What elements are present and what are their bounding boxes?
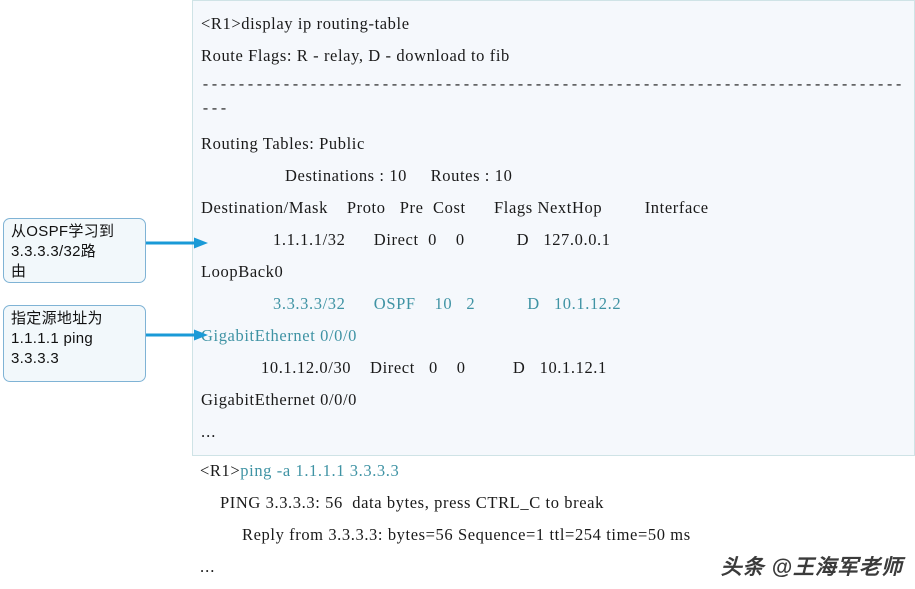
annotation-callout-ping-source-address: 指定源地址为 1.1.1.1 ping 3.3.3.3	[3, 305, 146, 382]
console-text: Destination/Mask Proto Pre Cost Flags Ne…	[201, 198, 709, 217]
console-prompt: <R1>	[200, 461, 241, 480]
console-text: <R1>display ip routing-table	[201, 14, 410, 33]
console-text: 3.3.3.3/32 OSPF 10 2 D 10.1.12.2	[273, 294, 622, 313]
console-line-routing-tables-public: Routing Tables: Public	[201, 135, 365, 153]
terminal-transcript: <R1>display ip routing-table Route Flags…	[192, 0, 915, 589]
console-command-text: ping -a 1.1.1.1 3.3.3.3	[240, 461, 400, 480]
console-text: Destinations : 10 Routes : 10	[285, 166, 513, 185]
console-text: ...	[200, 557, 216, 576]
console-line-ping-banner: PING 3.3.3.3: 56 data bytes, press CTRL_…	[220, 494, 604, 512]
console-line-routing-ellipsis: ...	[201, 423, 216, 441]
console-text: 1.1.1.1/32 Direct 0 0 D 127.0.0.1	[273, 230, 611, 249]
console-text: Routing Tables: Public	[201, 134, 365, 153]
console-text: GigabitEthernet 0/0/0	[201, 390, 358, 409]
console-line-ping-reply: Reply from 3.3.3.3: bytes=56 Sequence=1 …	[242, 526, 691, 544]
console-text: Reply from 3.3.3.3: bytes=56 Sequence=1 …	[242, 525, 691, 544]
console-text: ---	[201, 101, 229, 118]
console-text: LoopBack0	[201, 262, 284, 281]
console-line-route-loopback-interface: LoopBack0	[201, 263, 283, 281]
routing-table-output-box: <R1>display ip routing-table Route Flags…	[192, 0, 915, 456]
console-line-destination-route-counts: Destinations : 10 Routes : 10	[285, 167, 512, 185]
console-text: Route Flags: R - relay, D - download to …	[201, 46, 510, 65]
arrow-right-icon-ospf	[146, 237, 208, 249]
console-line-column-headers: Destination/Mask Proto Pre Cost Flags Ne…	[201, 199, 709, 217]
console-text: ...	[201, 422, 217, 441]
console-line-route-ospf: 3.3.3.3/32 OSPF 10 2 D 10.1.12.2	[273, 295, 621, 313]
console-line-separator-rule: ----------------------------------------…	[201, 77, 903, 95]
console-line-command-display-route: <R1>display ip routing-table	[201, 15, 410, 33]
console-line-route-connected: 10.1.12.0/30 Direct 0 0 D 10.1.12.1	[261, 359, 607, 377]
console-line-separator-rule-wrap: ---	[201, 101, 228, 119]
arrow-right-icon-ping	[146, 329, 208, 341]
console-text: 10.1.12.0/30 Direct 0 0 D 10.1.12.1	[261, 358, 607, 377]
console-line-route-ospf-interface: GigabitEthernet 0/0/0	[201, 327, 357, 345]
watermark-text: 头条 @王海军老师	[720, 556, 903, 579]
console-line-route-flags: Route Flags: R - relay, D - download to …	[201, 47, 510, 65]
console-text: GigabitEthernet 0/0/0	[201, 326, 358, 345]
console-line-command-ping: <R1>ping -a 1.1.1.1 3.3.3.3	[200, 462, 399, 480]
console-line-route-connected-interface: GigabitEthernet 0/0/0	[201, 391, 357, 409]
annotation-callout-ospf-route: 从OSPF学习到 3.3.3.3/32路 由	[3, 218, 146, 283]
console-text: PING 3.3.3.3: 56 data bytes, press CTRL_…	[220, 493, 604, 512]
console-text: ----------------------------------------…	[201, 77, 904, 94]
console-line-ping-ellipsis: ...	[200, 558, 215, 576]
console-line-route-loopback: 1.1.1.1/32 Direct 0 0 D 127.0.0.1	[273, 231, 611, 249]
